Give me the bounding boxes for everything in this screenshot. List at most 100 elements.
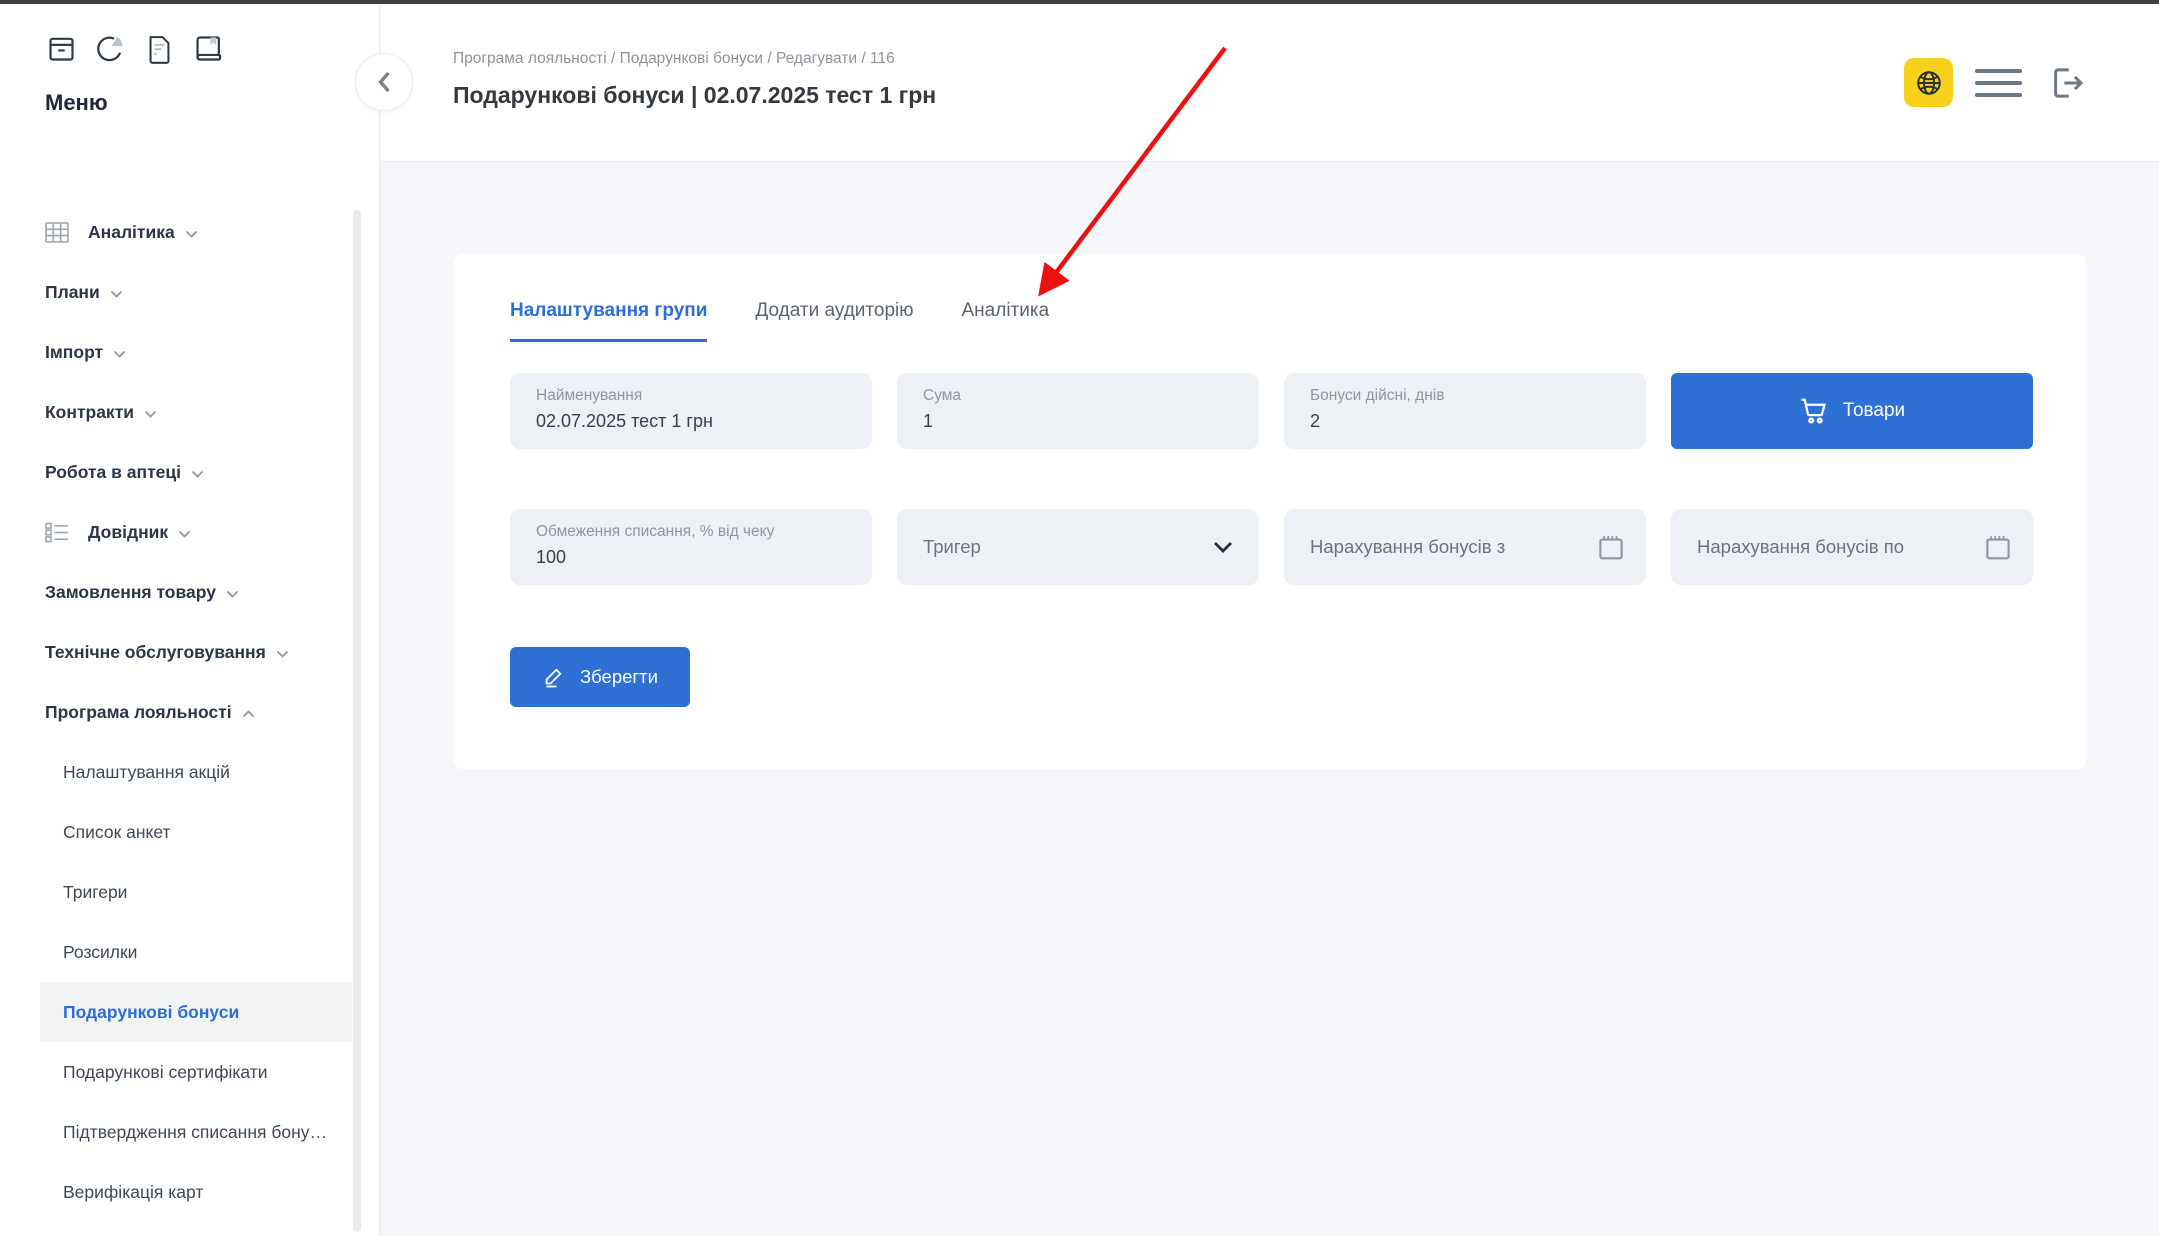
top-border-strip bbox=[0, 0, 2159, 4]
main-content: Повернутись до списку Налаштування групи… bbox=[381, 163, 2159, 1236]
field-value: 2 bbox=[1310, 411, 1321, 431]
sidebar-item-import[interactable]: Імпорт bbox=[0, 322, 380, 382]
sidebar-item-label: Імпорт bbox=[45, 341, 104, 362]
sidebar-subitem-label: Підтвердження списання бону… bbox=[63, 1121, 327, 1142]
list-icon bbox=[45, 522, 75, 543]
chevron-down-icon bbox=[185, 230, 198, 238]
accrual-to-date-field[interactable]: Нарахування бонусів по bbox=[1671, 509, 2033, 585]
page-title: Подарункові бонуси | 02.07.2025 тест 1 г… bbox=[453, 82, 937, 108]
chevron-down-icon bbox=[110, 290, 123, 298]
sidebar-item-pharmacy-work[interactable]: Робота в аптеці bbox=[0, 442, 380, 502]
save-button[interactable]: Зберегти bbox=[510, 647, 690, 707]
sidebar-subitem-bonus-writeoff-confirmation[interactable]: Підтвердження списання бону… bbox=[0, 1102, 380, 1162]
sidebar-item-contracts[interactable]: Контракти bbox=[0, 382, 380, 442]
pencil-icon bbox=[545, 668, 562, 688]
sidebar-subitem-label: Налаштування акцій bbox=[63, 761, 230, 782]
sidebar-top-icons bbox=[45, 30, 224, 66]
chevron-down-icon bbox=[226, 590, 239, 598]
sidebar-subitem-questionnaire-list[interactable]: Список анкет bbox=[0, 802, 380, 862]
chevron-down-icon bbox=[144, 410, 157, 418]
logout-icon bbox=[2054, 67, 2084, 98]
tab-analytics[interactable]: Аналітика bbox=[962, 300, 1050, 342]
sidebar-subitem-mailings[interactable]: Розсилки bbox=[0, 922, 380, 982]
products-button-label: Товари bbox=[1842, 400, 1906, 421]
field-label: Тригер bbox=[923, 536, 981, 557]
field-label: Обмеження списання, % від чеку bbox=[536, 523, 775, 540]
hamburger-icon bbox=[1975, 68, 2022, 73]
sidebar-subitem-label: Список анкет bbox=[63, 821, 171, 842]
amount-field[interactable]: Сума 1 bbox=[897, 373, 1259, 449]
sidebar-item-maintenance[interactable]: Технічне обслуговування bbox=[0, 622, 380, 682]
tab-add-audience[interactable]: Додати аудиторію bbox=[755, 300, 913, 342]
sidebar-subitem-gift-certificates[interactable]: Подарункові сертифікати bbox=[0, 1042, 380, 1102]
cart-icon bbox=[1801, 398, 1826, 424]
name-field[interactable]: Найменування 02.07.2025 тест 1 грн bbox=[510, 373, 872, 449]
sidebar-subitem-triggers[interactable]: Тригери bbox=[0, 862, 380, 922]
sidebar-item-loyalty-program[interactable]: Програма лояльності bbox=[0, 682, 380, 742]
book-icon[interactable] bbox=[192, 30, 224, 66]
sidebar-subitem-gift-bonuses[interactable]: Подарункові бонуси bbox=[0, 982, 380, 1042]
sidebar-scrollbar[interactable] bbox=[353, 210, 361, 1232]
header-actions bbox=[1904, 58, 2089, 107]
sidebar-subitem-card-verification[interactable]: Верифікація карт bbox=[0, 1162, 380, 1222]
grid-icon bbox=[45, 221, 75, 243]
sidebar-item-analytics[interactable]: Аналітика bbox=[0, 202, 380, 262]
field-value: 100 bbox=[536, 547, 567, 567]
field-label: Нарахування бонусів по bbox=[1697, 536, 1905, 557]
tab-group-settings[interactable]: Налаштування групи bbox=[510, 300, 708, 342]
chevron-down-icon bbox=[178, 530, 191, 538]
bonus-valid-days-field[interactable]: Бонуси дійсні, днів 2 bbox=[1284, 373, 1646, 449]
field-label: Бонуси дійсні, днів bbox=[1310, 387, 1445, 404]
accrual-from-date-field[interactable]: Нарахування бонусів з bbox=[1284, 509, 1646, 585]
chevron-down-icon bbox=[276, 650, 289, 658]
field-label: Нарахування бонусів з bbox=[1310, 536, 1506, 557]
sidebar-item-label: Контракти bbox=[45, 401, 135, 422]
breadcrumb[interactable]: Програма лояльності / Подарункові бонуси… bbox=[453, 50, 895, 68]
writeoff-limit-field[interactable]: Обмеження списання, % від чеку 100 bbox=[510, 509, 872, 585]
calendar-icon[interactable] bbox=[1983, 532, 2013, 562]
logout-button[interactable] bbox=[2045, 61, 2089, 105]
menu-heading: Меню bbox=[45, 90, 108, 115]
products-button[interactable]: Товари bbox=[1671, 373, 2033, 449]
sidebar-subitem-label: Подарункові бонуси bbox=[63, 1001, 240, 1022]
sidebar-item-plans[interactable]: Плани bbox=[0, 262, 380, 322]
field-value: 1 bbox=[923, 411, 934, 431]
chevron-down-icon bbox=[191, 470, 204, 478]
tabs: Налаштування групи Додати аудиторію Анал… bbox=[510, 300, 1049, 342]
chevron-left-icon bbox=[378, 71, 390, 93]
field-value: 02.07.2025 тест 1 грн bbox=[536, 411, 713, 431]
pie-chart-icon[interactable] bbox=[94, 30, 126, 66]
archive-icon[interactable] bbox=[45, 30, 77, 66]
sidebar-item-label: Технічне обслуговування bbox=[45, 641, 266, 662]
page-header: Програма лояльності / Подарункові бонуси… bbox=[381, 4, 2159, 162]
sidebar-subitem-label: Подарункові сертифікати bbox=[63, 1061, 268, 1082]
sidebar-item-label: Замовлення товару bbox=[45, 581, 216, 602]
trigger-select[interactable]: Тригер bbox=[897, 509, 1259, 585]
language-button[interactable] bbox=[1904, 58, 1953, 107]
sidebar-item-directory[interactable]: Довідник bbox=[0, 502, 380, 562]
sidebar-subitem-label: Верифікація карт bbox=[63, 1181, 204, 1202]
document-icon[interactable] bbox=[143, 30, 175, 66]
sidebar-subitem-label: Розсилки bbox=[63, 941, 138, 962]
chevron-down-icon bbox=[1213, 541, 1233, 553]
save-button-label: Зберегти bbox=[580, 666, 658, 687]
sidebar: Меню Аналітика Плани Імпорт Контракти Ро… bbox=[0, 4, 380, 1236]
sidebar-item-label: Робота в аптеці bbox=[45, 461, 182, 482]
globe-icon bbox=[1916, 70, 1941, 95]
sidebar-collapse-button[interactable] bbox=[355, 53, 413, 111]
sidebar-subitem-promo-settings[interactable]: Налаштування акцій bbox=[0, 742, 380, 802]
sidebar-item-label: Плани bbox=[45, 281, 100, 302]
chevron-up-icon bbox=[242, 710, 255, 718]
sidebar-item-label: Аналітика bbox=[88, 221, 175, 242]
hamburger-menu-button[interactable] bbox=[1975, 65, 2023, 101]
field-label: Найменування bbox=[536, 387, 643, 404]
sidebar-item-label: Програма лояльності bbox=[45, 701, 232, 722]
form-card: Налаштування групи Додати аудиторію Анал… bbox=[454, 254, 2086, 769]
field-label: Сума bbox=[923, 387, 962, 404]
sidebar-nav: Аналітика Плани Імпорт Контракти Робота … bbox=[0, 202, 380, 1222]
chevron-down-icon bbox=[113, 350, 126, 358]
calendar-icon[interactable] bbox=[1596, 532, 1626, 562]
sidebar-item-label: Довідник bbox=[88, 521, 169, 542]
sidebar-subitem-label: Тригери bbox=[63, 881, 128, 902]
sidebar-item-goods-order[interactable]: Замовлення товару bbox=[0, 562, 380, 622]
